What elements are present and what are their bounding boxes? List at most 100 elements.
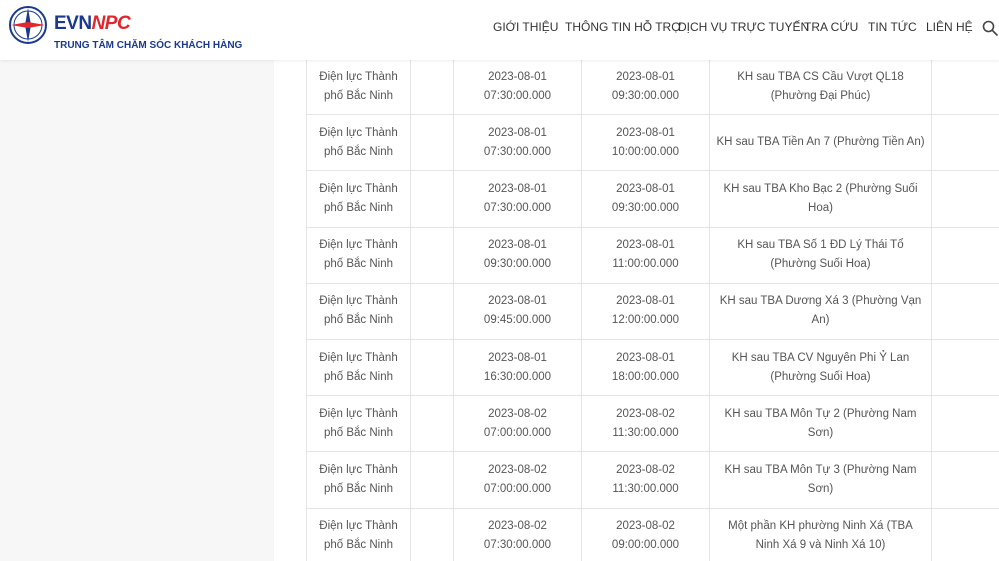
cell-empty	[410, 226, 454, 284]
cell-unit: Điện lực Thành phố Bắc Ninh	[319, 70, 398, 102]
cell-area: KH sau TBA Tiền An 7 (Phường Tiền An)	[709, 114, 932, 172]
cell-start-time: 16:30:00.000	[483, 370, 552, 383]
nav-item-gioi-thieu[interactable]: Giới thiệu	[493, 20, 558, 34]
cell-empty	[410, 507, 454, 561]
table-row: Điện lực Thành phố Bắc Ninh 2023-08-01 09:…	[306, 226, 999, 284]
brand-npc: NPC	[91, 13, 131, 34]
cell-empty	[931, 338, 999, 397]
cell-empty	[410, 57, 454, 116]
cell-start: 2023-08-01 07:30:00.000	[453, 114, 582, 172]
nav-item-lien-he[interactable]: Liên hệ	[926, 20, 973, 34]
cell-empty	[410, 338, 454, 397]
search-icon[interactable]	[982, 20, 998, 36]
cell-start: 2023-08-02 07:00:00.000	[453, 395, 582, 453]
cell-end-date: 2023-08-01	[616, 126, 675, 139]
table-row: Điện lực Thành phố Bắc Ninh 2023-08-02 07:…	[306, 507, 999, 561]
cell-empty	[931, 507, 999, 561]
cell-empty	[410, 114, 454, 172]
cell-unit: Điện lực Thành phố Bắc Ninh	[306, 170, 411, 228]
cell-empty	[410, 451, 454, 509]
cell-end-time: 09:00:00.000	[611, 539, 680, 552]
nav-item-tra-cuu[interactable]: Tra cứu	[804, 20, 858, 34]
cell-start-date: 2023-08-02	[488, 520, 547, 533]
cell-empty	[410, 395, 454, 453]
cell-start: 2023-08-01 07:30:00.000	[453, 57, 582, 116]
cell-area: KH sau TBA Tiền An 7 (Phường Tiền An)	[716, 136, 925, 149]
cell-area: KH sau TBA Số 1 ĐD Lý Thái Tổ (Phường Su…	[709, 226, 932, 284]
cell-area: Một phần KH phường Ninh Xá (TBA Ninh Xá …	[728, 520, 913, 552]
cell-end: 2023-08-01 18:00:00.000	[581, 338, 710, 397]
main-content: Điện lực Thành phố Bắc Ninh 2023-08-01 07:…	[274, 57, 999, 561]
cell-end-date: 2023-08-02	[616, 520, 675, 533]
cell-unit: Điện lực Thành phố Bắc Ninh	[306, 395, 411, 453]
outage-schedule-table: Điện lực Thành phố Bắc Ninh 2023-08-01 07:…	[306, 57, 999, 561]
cell-start-date: 2023-08-02	[488, 463, 547, 476]
cell-end-date: 2023-08-01	[616, 351, 675, 364]
cell-unit: Điện lực Thành phố Bắc Ninh	[319, 520, 398, 552]
cell-end: 2023-08-02 11:30:00.000	[581, 395, 710, 453]
cell-empty	[931, 114, 999, 172]
table-row: Điện lực Thành phố Bắc Ninh 2023-08-02 07:…	[306, 395, 999, 453]
table-row: Điện lực Thành phố Bắc Ninh 2023-08-01 07:…	[306, 57, 999, 116]
cell-area: KH sau TBA CV Nguyên Phi Ỷ Lan (Phường S…	[731, 351, 910, 383]
cell-start-date: 2023-08-01	[488, 351, 547, 364]
cell-start-time: 07:30:00.000	[483, 145, 552, 158]
cell-area: KH sau TBA CS Cầu Vượt QL18 (Phường Đại …	[737, 70, 904, 102]
cell-area: KH sau TBA Kho Bạc 2 (Phường Suối Hoa)	[709, 170, 932, 228]
cell-unit: Điện lực Thành phố Bắc Ninh	[319, 463, 398, 495]
cell-end-time: 11:30:00.000	[612, 482, 679, 495]
cell-unit: Điện lực Thành phố Bắc Ninh	[306, 451, 411, 509]
cell-start-date: 2023-08-01	[488, 126, 547, 139]
table-row: Điện lực Thành phố Bắc Ninh 2023-08-01 07:…	[306, 114, 999, 172]
nav-item-tin-tuc[interactable]: Tin tức	[868, 20, 917, 34]
brand-evn: EVN	[54, 13, 92, 34]
cell-empty	[931, 170, 999, 228]
cell-area: KH sau TBA Số 1 ĐD Lý Thái Tổ (Phường Su…	[737, 239, 904, 271]
cell-empty	[410, 170, 454, 228]
table-body: Điện lực Thành phố Bắc Ninh 2023-08-01 07:…	[306, 57, 999, 561]
cell-empty	[931, 226, 999, 284]
cell-end-time: 09:30:00.000	[611, 89, 680, 102]
brand-subtitle: TRUNG TÂM CHĂM SÓC KHÁCH HÀNG	[54, 40, 243, 51]
cell-end-time: 10:00:00.000	[611, 145, 680, 158]
cell-empty	[931, 451, 999, 509]
cell-start-time: 07:00:00.000	[483, 426, 552, 439]
cell-unit: Điện lực Thành phố Bắc Ninh	[319, 239, 398, 271]
cell-end-time: 18:00:00.000	[611, 370, 680, 383]
cell-end: 2023-08-02 09:00:00.000	[581, 507, 710, 561]
cell-unit: Điện lực Thành phố Bắc Ninh	[306, 57, 411, 116]
cell-unit: Điện lực Thành phố Bắc Ninh	[306, 338, 411, 397]
cell-start-date: 2023-08-01	[488, 70, 547, 83]
cell-area: KH sau TBA CS Cầu Vượt QL18 (Phường Đại …	[709, 57, 932, 116]
cell-empty	[410, 282, 454, 340]
cell-unit: Điện lực Thành phố Bắc Ninh	[306, 282, 411, 340]
cell-start: 2023-08-02 07:00:00.000	[453, 451, 582, 509]
nav-item-thong-tin-ho-tro[interactable]: Thông tin hỗ trợ	[565, 20, 682, 34]
cell-end-time: 11:00:00.000	[612, 258, 679, 271]
cell-end-date: 2023-08-01	[616, 295, 675, 308]
cell-end: 2023-08-01 09:30:00.000	[581, 170, 710, 228]
cell-end-date: 2023-08-02	[616, 407, 675, 420]
evn-logo-icon	[9, 6, 47, 44]
table-row: Điện lực Thành phố Bắc Ninh 2023-08-01 09:…	[306, 282, 999, 340]
cell-area: KH sau TBA Môn Tự 2 (Phường Nam Sơn)	[724, 407, 917, 439]
cell-start-date: 2023-08-01	[488, 239, 547, 252]
cell-start-time: 07:30:00.000	[483, 89, 552, 102]
cell-end: 2023-08-01 09:30:00.000	[581, 57, 710, 116]
cell-area: KH sau TBA Dương Xá 3 (Phường Vạn An)	[709, 282, 932, 340]
cell-unit: Điện lực Thành phố Bắc Ninh	[306, 507, 411, 561]
cell-unit: Điện lực Thành phố Bắc Ninh	[319, 295, 398, 327]
cell-start-date: 2023-08-02	[488, 407, 547, 420]
cell-end-date: 2023-08-02	[616, 463, 675, 476]
cell-start: 2023-08-02 07:30:00.000	[453, 507, 582, 561]
cell-start-time: 07:00:00.000	[483, 482, 552, 495]
cell-unit: Điện lực Thành phố Bắc Ninh	[319, 126, 398, 158]
nav-item-dich-vu-truc-tuyen[interactable]: Dịch vụ trực tuyến	[678, 20, 809, 34]
cell-area: KH sau TBA Dương Xá 3 (Phường Vạn An)	[719, 295, 922, 327]
cell-start: 2023-08-01 16:30:00.000	[453, 338, 582, 397]
table-row: Điện lực Thành phố Bắc Ninh 2023-08-01 07:…	[306, 170, 999, 228]
cell-end-date: 2023-08-01	[616, 239, 675, 252]
logo[interactable]: EVNNPC TRUNG TÂM CHĂM SÓC KHÁCH HÀNG	[8, 5, 248, 55]
cell-start-time: 07:30:00.000	[483, 201, 552, 214]
cell-end-date: 2023-08-01	[616, 70, 675, 83]
